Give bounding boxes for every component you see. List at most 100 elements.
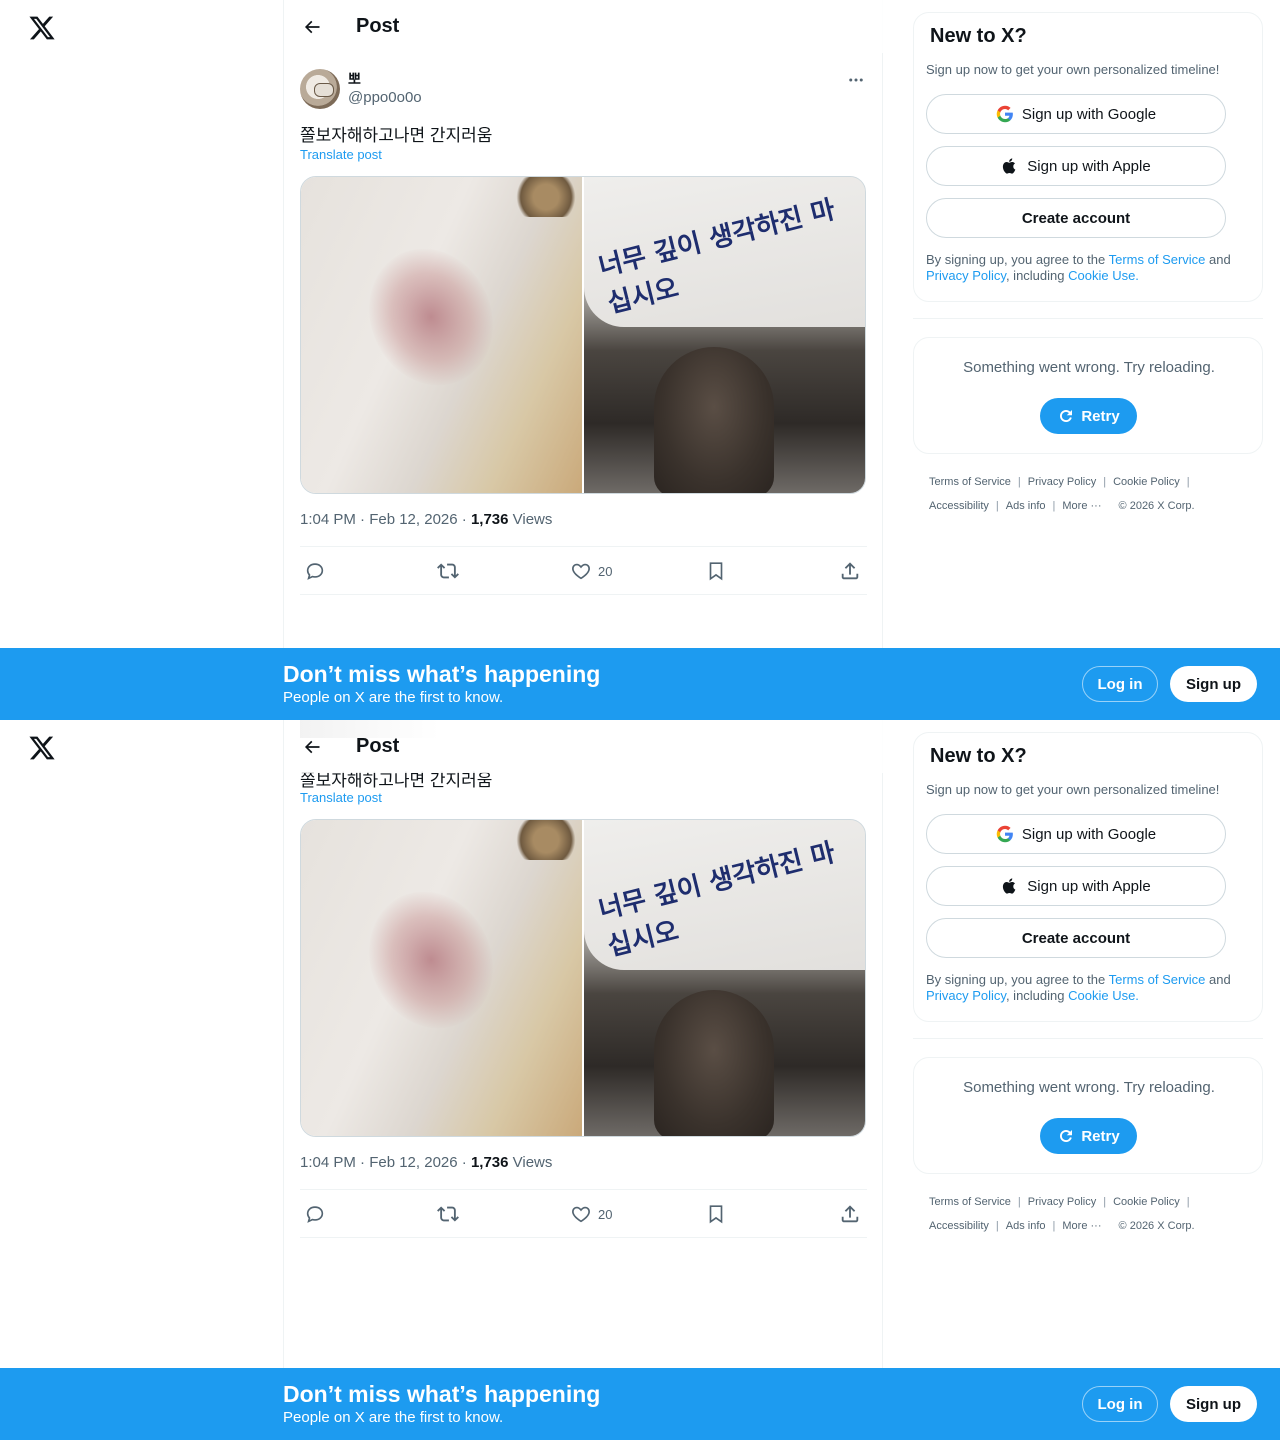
signup-button[interactable]: Sign up (1170, 1386, 1257, 1422)
bookmark-button[interactable] (705, 1203, 727, 1225)
retry-button[interactable]: Retry (1040, 398, 1137, 434)
back-button[interactable] (298, 13, 326, 41)
photo-towel-text: 너무 깊이 생각하진 마십시오 (595, 837, 839, 963)
translate-post-link[interactable]: Translate post (300, 790, 382, 805)
privacy-link[interactable]: Privacy Policy (926, 988, 1006, 1003)
x-logo-icon[interactable] (28, 14, 56, 42)
footer-copyright: © 2026 X Corp. (1118, 500, 1195, 512)
signup-google-button[interactable]: Sign up with Google (926, 94, 1226, 134)
post-time[interactable]: 1:04 PM · Feb 12, 2026 · (300, 1154, 471, 1171)
bookmark-icon (709, 1205, 723, 1224)
photo-towel-text: 너무 깊이 생각하진 마십시오 (595, 194, 839, 320)
banner-title: Don’t miss what’s happening (283, 661, 601, 687)
share-button[interactable] (839, 560, 861, 582)
login-button[interactable]: Log in (1082, 666, 1158, 702)
error-message: Something went wrong. Try reloading. (963, 1079, 1215, 1096)
cookie-link[interactable]: Cookie Use. (1068, 268, 1139, 283)
google-icon (996, 105, 1013, 123)
repost-button[interactable] (437, 560, 459, 582)
primary-column: Post 뽀 @ppo0o0o 쫄보자해하고나면 간지러움 Translate … (283, 0, 883, 720)
views-label: Views (508, 511, 553, 528)
signup-title: New to X? (930, 25, 1027, 47)
legal-text-1: By signing up, you agree to the (926, 252, 1109, 267)
repost-button[interactable] (437, 1203, 459, 1225)
repost-icon (437, 563, 459, 579)
signup-button[interactable]: Sign up (1170, 666, 1257, 702)
banner-subtitle: People on X are the first to know. (283, 689, 504, 706)
share-button[interactable] (839, 1203, 861, 1225)
bookmark-button[interactable] (705, 560, 727, 582)
more-horizontal-icon (849, 78, 863, 82)
signup-legal-text: By signing up, you agree to the Terms of… (926, 972, 1252, 1004)
signup-legal-text: By signing up, you agree to the Terms of… (926, 252, 1252, 284)
translate-post-link[interactable]: Translate post (300, 147, 382, 162)
signup-apple-button[interactable]: Sign up with Apple (926, 866, 1226, 906)
footer-terms-link[interactable]: Terms of Service (929, 476, 1011, 488)
post-photo-1[interactable] (301, 820, 582, 1136)
share-icon (841, 1205, 859, 1223)
cookie-link[interactable]: Cookie Use. (1068, 988, 1139, 1003)
repost-icon (437, 1206, 459, 1222)
back-button[interactable] (298, 733, 326, 761)
apple-icon (1003, 878, 1016, 894)
legal-text-2: and (1205, 252, 1231, 267)
privacy-link[interactable]: Privacy Policy (926, 268, 1006, 283)
views-label: Views (508, 1154, 553, 1171)
post-media[interactable]: 너무 깊이 생각하진 마십시오 (300, 176, 866, 494)
signup-apple-label: Sign up with Apple (1027, 157, 1151, 175)
footer-cookie-link[interactable]: Cookie Policy (1113, 1196, 1180, 1208)
create-account-button[interactable]: Create account (926, 198, 1226, 238)
create-account-button[interactable]: Create account (926, 918, 1226, 958)
footer-links: Terms of Service | Privacy Policy | Cookie P… (929, 476, 1195, 512)
retry-button[interactable]: Retry (1040, 1118, 1137, 1154)
footer-ads-link[interactable]: Ads info (1006, 500, 1046, 512)
signup-subtitle: Sign up now to get your own personalized… (926, 782, 1220, 797)
error-card: Something went wrong. Try reloading. Ret… (913, 337, 1263, 454)
primary-column: 쫄보자해하고나면 간지러움 Translate post 너무 깊이 생각하진 … (283, 720, 883, 1440)
post-photo-2[interactable]: 너무 깊이 생각하진 마십시오 (584, 177, 865, 493)
signup-apple-button[interactable]: Sign up with Apple (926, 146, 1226, 186)
like-button[interactable]: 20 (570, 560, 612, 582)
terms-link[interactable]: Terms of Service (1109, 972, 1206, 987)
signup-title: New to X? (930, 745, 1027, 767)
signup-google-label: Sign up with Google (1021, 825, 1157, 843)
footer-more-link[interactable]: More ··· (1062, 1220, 1101, 1232)
legal-text-3: , including (1005, 268, 1069, 283)
more-button[interactable] (845, 71, 867, 89)
banner-title: Don’t miss what’s happening (283, 1381, 601, 1407)
sidebar-divider (913, 1038, 1263, 1039)
footer-more-link[interactable]: More ··· (1062, 500, 1101, 512)
legal-text-1: By signing up, you agree to the (926, 972, 1109, 987)
x-logo-icon[interactable] (28, 734, 56, 762)
footer-privacy-link[interactable]: Privacy Policy (1028, 476, 1096, 488)
login-button[interactable]: Log in (1082, 1386, 1158, 1422)
footer-terms-link[interactable]: Terms of Service (929, 1196, 1011, 1208)
signup-card: New to X? Sign up now to get your own pe… (913, 12, 1263, 302)
footer-ads-link[interactable]: Ads info (1006, 1220, 1046, 1232)
page-title: Post (356, 735, 400, 757)
heart-icon (572, 563, 590, 580)
retry-label: Retry (1081, 1127, 1120, 1145)
post-photo-1[interactable] (301, 177, 582, 493)
post-photo-2[interactable]: 너무 깊이 생각하진 마십시오 (584, 820, 865, 1136)
footer-accessibility-link[interactable]: Accessibility (929, 500, 989, 512)
footer-cookie-link[interactable]: Cookie Policy (1113, 476, 1180, 488)
post-media[interactable]: 너무 깊이 생각하진 마십시오 (300, 819, 866, 1137)
like-button[interactable]: 20 (570, 1203, 612, 1225)
post-time[interactable]: 1:04 PM · Feb 12, 2026 · (300, 511, 471, 528)
post-header: Post (284, 0, 883, 53)
signup-google-button[interactable]: Sign up with Google (926, 814, 1226, 854)
footer-accessibility-link[interactable]: Accessibility (929, 1220, 989, 1232)
avatar[interactable] (300, 69, 340, 109)
terms-link[interactable]: Terms of Service (1109, 252, 1206, 267)
author-display-name[interactable]: 뽀 (348, 69, 361, 89)
refresh-icon (1060, 410, 1073, 422)
bookmark-icon (709, 562, 723, 581)
post-text: 쫄보자해하고나면 간지러움 (300, 126, 493, 145)
author-handle[interactable]: @ppo0o0o (348, 89, 422, 106)
footer-privacy-link[interactable]: Privacy Policy (1028, 1196, 1096, 1208)
reply-button[interactable] (304, 1203, 326, 1225)
reply-button[interactable] (304, 560, 326, 582)
share-icon (841, 562, 859, 580)
error-card: Something went wrong. Try reloading. Ret… (913, 1057, 1263, 1174)
